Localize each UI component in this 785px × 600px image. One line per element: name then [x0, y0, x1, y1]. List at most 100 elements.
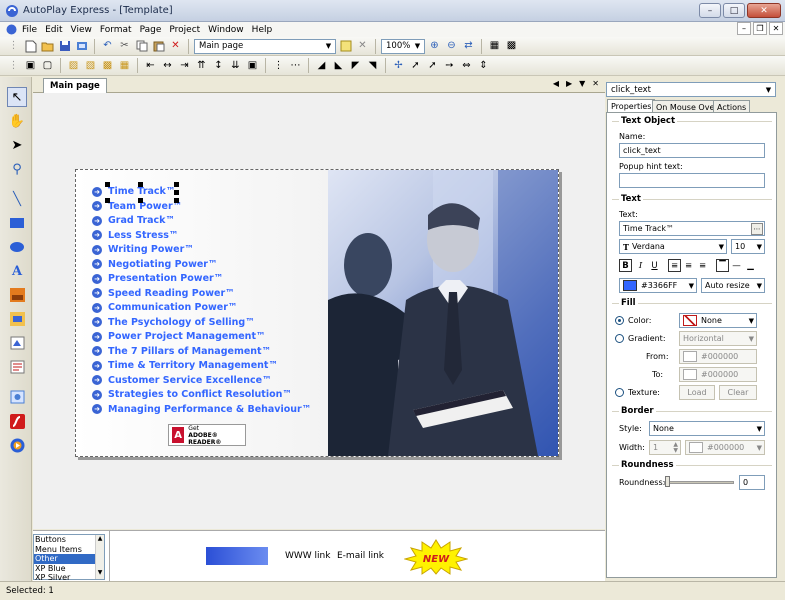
page-properties-icon[interactable]	[338, 39, 353, 54]
maximize-button[interactable]: □	[723, 3, 745, 18]
undo-icon[interactable]: ↶	[100, 39, 115, 54]
mdi-minimize-button[interactable]: –	[737, 22, 751, 35]
align-right-icon[interactable]: ≡	[696, 259, 709, 272]
align-center-icon[interactable]: ↔	[160, 58, 175, 73]
font-select[interactable]: T Verdana ▼	[619, 239, 727, 254]
adobe-reader-badge[interactable]: A Get ADOBE® READER®	[168, 424, 246, 446]
bring-forward-icon[interactable]: ▩	[100, 58, 115, 73]
center-page-icon[interactable]: ▣	[245, 58, 260, 73]
same-size-icon[interactable]: ◤	[348, 58, 363, 73]
align-middle-icon[interactable]: ↕	[211, 58, 226, 73]
menu-page[interactable]: Page	[136, 25, 166, 35]
mdi-close-button[interactable]: ✕	[769, 22, 783, 35]
new-burst-sample[interactable]: NEW	[403, 539, 469, 578]
valign-middle-icon[interactable]: —	[730, 259, 743, 272]
zoom-fit-icon[interactable]: ⇄	[461, 39, 476, 54]
text-field[interactable]: Time Track™ ⋯	[619, 221, 765, 236]
page-design[interactable]: ➜ Time Track™ ➜ Team Power™ ➜ Grad Track™ ➜…	[75, 169, 559, 457]
new-file-icon[interactable]	[23, 39, 38, 54]
nav-item-11[interactable]: ➜ Power Project Management™	[92, 331, 265, 342]
email-link-sample[interactable]: E-mail link	[337, 551, 384, 561]
selection-handle[interactable]	[138, 182, 143, 187]
paste-icon[interactable]	[151, 39, 166, 54]
valign-bottom-icon[interactable]: ▁	[744, 259, 757, 272]
nav-item-9[interactable]: ➜ Communication Power™	[92, 302, 237, 313]
resize-select[interactable]: Auto resize ▼	[701, 278, 765, 293]
nav-item-12[interactable]: ➜ The 7 Pillars of Management™	[92, 346, 271, 357]
menu-format[interactable]: Format	[96, 25, 136, 35]
spacing-v-icon[interactable]: ⇕	[476, 58, 491, 73]
font-size-select[interactable]: 10 ▼	[731, 239, 765, 254]
hand-tool-icon[interactable]: ✋	[7, 111, 27, 131]
zoom-in-icon[interactable]: ⊕	[427, 39, 442, 54]
bring-front-icon[interactable]: ▨	[66, 58, 81, 73]
italic-button[interactable]: I	[634, 259, 647, 272]
close-button[interactable]: ✕	[747, 3, 781, 18]
page-select[interactable]: Main page ▼	[194, 38, 336, 54]
rectangle-tool-icon[interactable]	[7, 213, 27, 233]
gradient-to-picker[interactable]: #000000	[679, 367, 757, 382]
selection-handle[interactable]	[174, 198, 179, 203]
roundness-slider-track[interactable]	[664, 481, 734, 484]
tab-close-icon[interactable]: ✕	[592, 79, 599, 88]
nav-item-15[interactable]: ➜ Strategies to Conflict Resolution™	[92, 389, 292, 400]
distribute-h-icon[interactable]: ⋮	[271, 58, 286, 73]
nav-item-5[interactable]: ➜ Writing Power™	[92, 244, 194, 255]
nav-item-8[interactable]: ➜ Speed Reading Power™	[92, 288, 235, 299]
button-style-sample[interactable]	[206, 547, 268, 565]
nav-item-1[interactable]: ➜ Time Track™	[92, 186, 175, 197]
tab-main-page[interactable]: Main page	[43, 78, 107, 93]
flip-icon[interactable]: ➙	[442, 58, 457, 73]
delete-page-icon[interactable]: ✕	[355, 39, 370, 54]
fill-color-radio[interactable]	[615, 316, 624, 325]
size-to-fit-icon[interactable]: ◥	[365, 58, 380, 73]
nav-item-16[interactable]: ➜ Managing Performance & Behaviour™	[92, 404, 311, 415]
tab-properties[interactable]: Properties	[607, 99, 656, 113]
grid-icon[interactable]: ▦	[487, 39, 502, 54]
nav-item-13[interactable]: ➜ Time & Territory Management™	[92, 360, 278, 371]
selection-handle[interactable]	[105, 182, 110, 187]
copy-icon[interactable]	[134, 39, 149, 54]
align-left-icon[interactable]: ≡	[668, 259, 681, 272]
texture-clear-button[interactable]: Clear	[719, 385, 757, 400]
nav-item-6[interactable]: ➜ Negotiating Power™	[92, 259, 218, 270]
nav-item-3[interactable]: ➜ Grad Track™	[92, 215, 175, 226]
nav-item-7[interactable]: ➜ Presentation Power™	[92, 273, 223, 284]
www-link-sample[interactable]: WWW link	[285, 551, 330, 561]
menu-edit[interactable]: Edit	[41, 25, 66, 35]
arrow-tool-icon[interactable]: ➤	[7, 135, 27, 155]
distribute-v-icon[interactable]: ⋯	[288, 58, 303, 73]
object-select[interactable]: click_text ▼	[606, 82, 776, 97]
line-tool-icon[interactable]: ➚	[408, 58, 423, 73]
line-tool-icon[interactable]: ╲	[7, 189, 27, 209]
bold-button[interactable]: B	[619, 259, 632, 272]
selection-handle[interactable]	[174, 182, 179, 187]
texture-load-button[interactable]: Load	[679, 385, 715, 400]
list-item[interactable]: XP Blue	[34, 564, 104, 574]
media-player-icon[interactable]	[7, 435, 27, 455]
nav-item-4[interactable]: ➜ Less Stress™	[92, 230, 178, 241]
name-field[interactable]: click_text	[619, 143, 765, 158]
gradient-radio[interactable]	[615, 334, 624, 343]
fill-color-picker[interactable]: None ▼	[679, 313, 757, 328]
send-backward-icon[interactable]: ▦	[117, 58, 132, 73]
minimize-button[interactable]: –	[699, 3, 721, 18]
selection-handle[interactable]	[138, 198, 143, 203]
ellipse-tool-icon[interactable]	[7, 237, 27, 257]
roundness-field[interactable]: 0	[739, 475, 765, 490]
tab-list-icon[interactable]: ▼	[579, 79, 585, 88]
menu-help[interactable]: Help	[248, 25, 277, 35]
hotspot-tool-icon[interactable]	[7, 333, 27, 353]
valign-top-icon[interactable]: ▔	[716, 259, 729, 272]
button-tool-icon[interactable]	[7, 309, 27, 329]
publish-icon[interactable]	[74, 39, 89, 54]
ungroup-icon[interactable]: ▢	[40, 58, 55, 73]
zoom-out-icon[interactable]: ⊖	[444, 39, 459, 54]
nav-item-14[interactable]: ➜ Customer Service Excellence™	[92, 375, 272, 386]
gradient-from-picker[interactable]: #000000	[679, 349, 757, 364]
spacing-h-icon[interactable]: ⇔	[459, 58, 474, 73]
snap-icon[interactable]: ▩	[504, 39, 519, 54]
popup-hint-field[interactable]	[619, 173, 765, 188]
align-right-icon[interactable]: ⇥	[177, 58, 192, 73]
tab-scroll-right-icon[interactable]: ▶	[566, 79, 572, 88]
